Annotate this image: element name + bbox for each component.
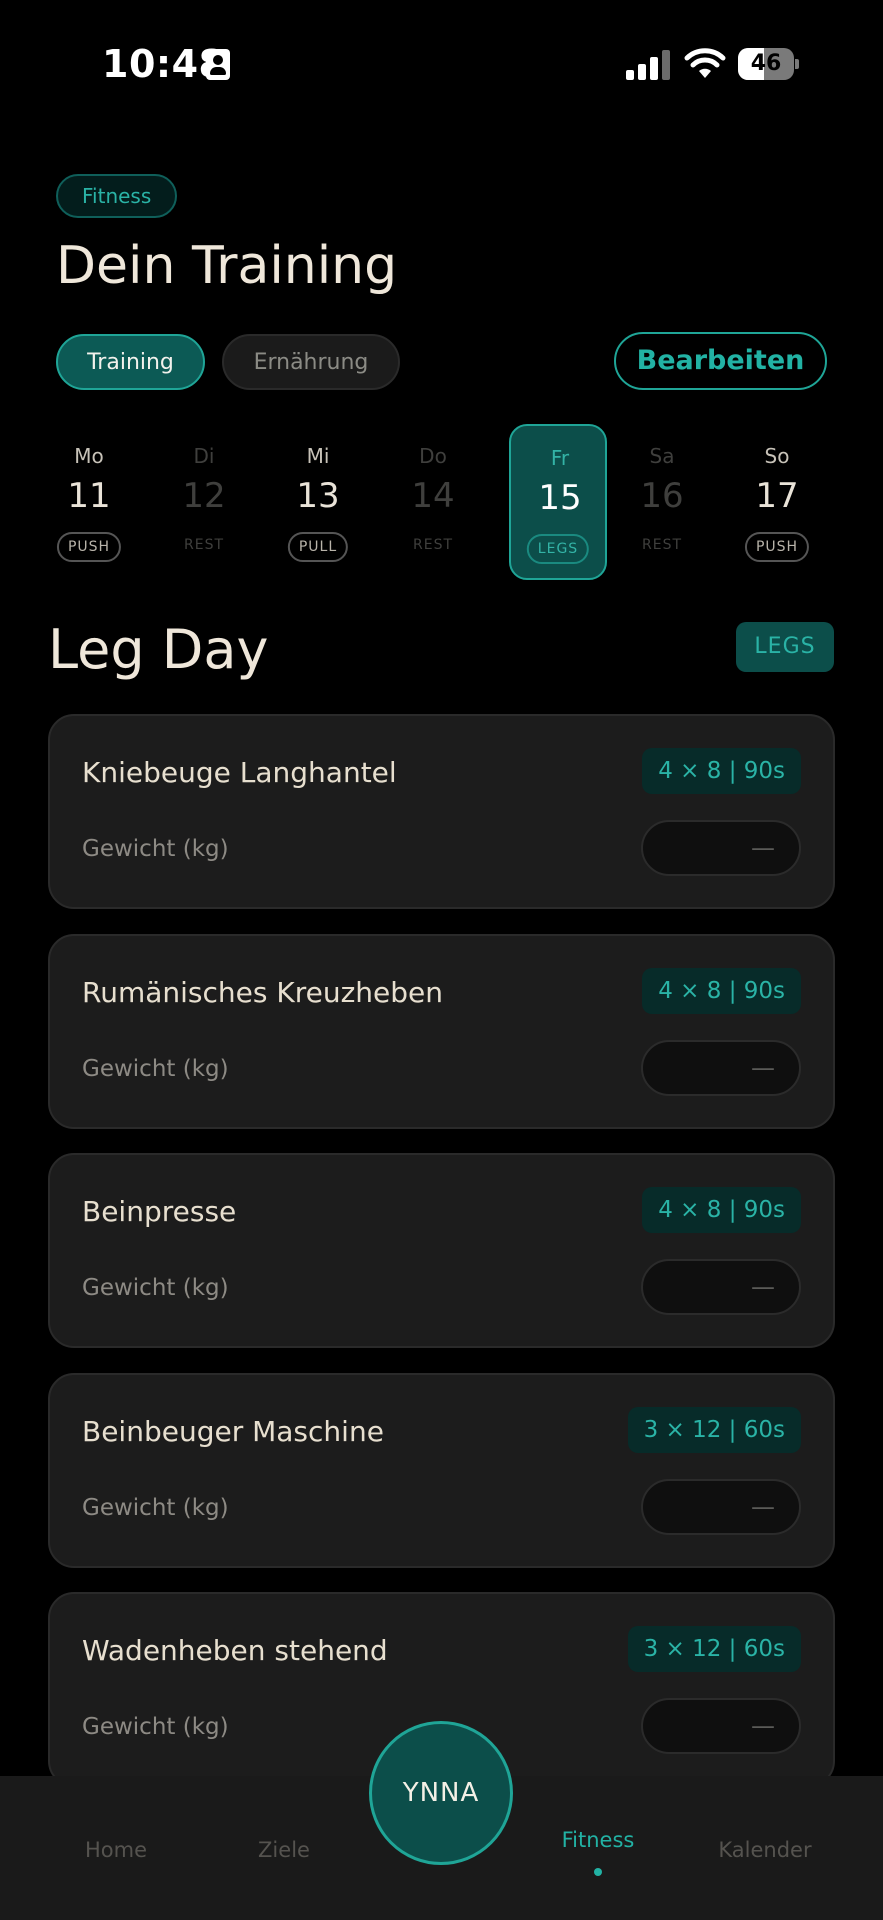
exercise-card[interactable]: Beinpresse 4 × 8 | 90s Gewicht (kg) — — [48, 1153, 835, 1348]
day-fr[interactable]: Fr 15 LEGS — [509, 424, 607, 580]
battery-percentage: 46 — [750, 51, 782, 76]
exercise-name: Rumänisches Kreuzheben — [82, 975, 443, 1009]
weight-input[interactable]: — — [641, 820, 801, 876]
day-workout-tag: REST — [412, 537, 454, 553]
day-number: 16 — [640, 476, 684, 516]
day-workout-tag: PUSH — [56, 532, 122, 562]
segment-training-button[interactable]: Training — [56, 334, 205, 390]
day-weekday: Mi — [306, 444, 330, 468]
section-title: Leg Day — [48, 618, 269, 681]
exercise-card[interactable]: Rumänisches Kreuzheben 4 × 8 | 90s Gewicht… — [48, 933, 835, 1129]
day-number: 14 — [411, 476, 455, 516]
exercise-name: Beinpresse — [82, 1195, 237, 1228]
weight-input[interactable]: — — [641, 1259, 801, 1315]
tab-home[interactable]: Home — [46, 1838, 186, 1862]
segment-nutrition-button[interactable]: Ernährung — [222, 334, 400, 390]
exercise-name: Wadenheben stehend — [82, 1634, 388, 1667]
day-weekday: Do — [419, 444, 447, 468]
day-number: 12 — [182, 476, 226, 516]
week-strip: Mo 11 PUSH Di 12 REST Mi 13 PULL Do 14 REST Fr 15 LEGS… — [40, 424, 840, 580]
day-weekday: Sa — [649, 444, 675, 468]
day-weekday: Mo — [74, 444, 104, 468]
day-number: 17 — [755, 476, 799, 516]
day-workout-tag: REST — [183, 537, 225, 553]
day-do[interactable]: Do 14 REST — [384, 424, 482, 580]
day-weekday: Fr — [550, 446, 570, 470]
day-workout-tag: REST — [641, 537, 683, 553]
tab-goals[interactable]: Ziele — [214, 1838, 354, 1862]
day-sa[interactable]: Sa 16 REST — [613, 424, 711, 580]
day-so[interactable]: So 17 PUSH — [728, 424, 826, 580]
cellular-signal-icon — [626, 50, 670, 80]
exercise-scheme-badge: 3 × 12 | 60s — [627, 1406, 801, 1453]
tab-fitness[interactable]: Fitness — [528, 1828, 668, 1852]
weight-label: Gewicht (kg) — [82, 836, 229, 862]
edit-button[interactable]: Bearbeiten — [614, 332, 827, 390]
exercise-scheme-badge: 3 × 12 | 60s — [627, 1626, 801, 1672]
exercise-scheme-badge: 4 × 8 | 90s — [642, 748, 801, 794]
day-workout-tag: LEGS — [526, 534, 590, 564]
weight-input[interactable]: — — [641, 1478, 801, 1535]
battery-icon: 46 — [738, 48, 799, 80]
exercise-name: Kniebeuge Langhantel — [82, 756, 397, 789]
day-workout-tag: PUSH — [744, 532, 810, 562]
weight-input[interactable]: — — [641, 1039, 801, 1096]
day-weekday: Di — [193, 444, 215, 468]
day-number: 11 — [67, 476, 111, 516]
exercise-card[interactable]: Kniebeuge Langhantel 4 × 8 | 90s Gewicht (… — [48, 714, 835, 909]
weight-label: Gewicht (kg) — [82, 1055, 229, 1082]
day-number: 15 — [538, 478, 582, 518]
exercise-scheme-badge: 4 × 8 | 90s — [642, 1187, 801, 1233]
weight-label: Gewicht (kg) — [82, 1714, 229, 1740]
day-weekday: So — [764, 444, 790, 468]
weight-input[interactable]: — — [641, 1698, 801, 1754]
weight-label: Gewicht (kg) — [82, 1494, 229, 1521]
contact-card-icon — [206, 49, 230, 80]
day-mo[interactable]: Mo 11 PUSH — [40, 424, 138, 580]
exercise-scheme-badge: 4 × 8 | 90s — [642, 967, 801, 1014]
weight-label: Gewicht (kg) — [82, 1275, 229, 1301]
exercise-card[interactable]: Beinbeuger Maschine 3 × 12 | 60s Gewicht (… — [48, 1372, 835, 1568]
page-title: Dein Training — [56, 236, 398, 296]
section-badge: LEGS — [736, 622, 834, 672]
wifi-icon — [684, 48, 726, 78]
category-chip: Fitness — [56, 174, 178, 218]
status-bar: 10:48 46 — [0, 0, 883, 120]
ynna-center-button[interactable]: YNNA — [369, 1721, 513, 1865]
tab-calendar[interactable]: Kalender — [695, 1838, 835, 1862]
exercise-name: Beinbeuger Maschine — [82, 1414, 384, 1448]
day-di[interactable]: Di 12 REST — [155, 424, 253, 580]
fitness-screen: 10:48 46 Fitness Dein Training Training … — [0, 0, 883, 1920]
day-number: 13 — [296, 476, 340, 516]
active-tab-indicator — [594, 1868, 602, 1876]
day-mi[interactable]: Mi 13 PULL — [269, 424, 367, 580]
day-workout-tag: PULL — [287, 532, 349, 562]
